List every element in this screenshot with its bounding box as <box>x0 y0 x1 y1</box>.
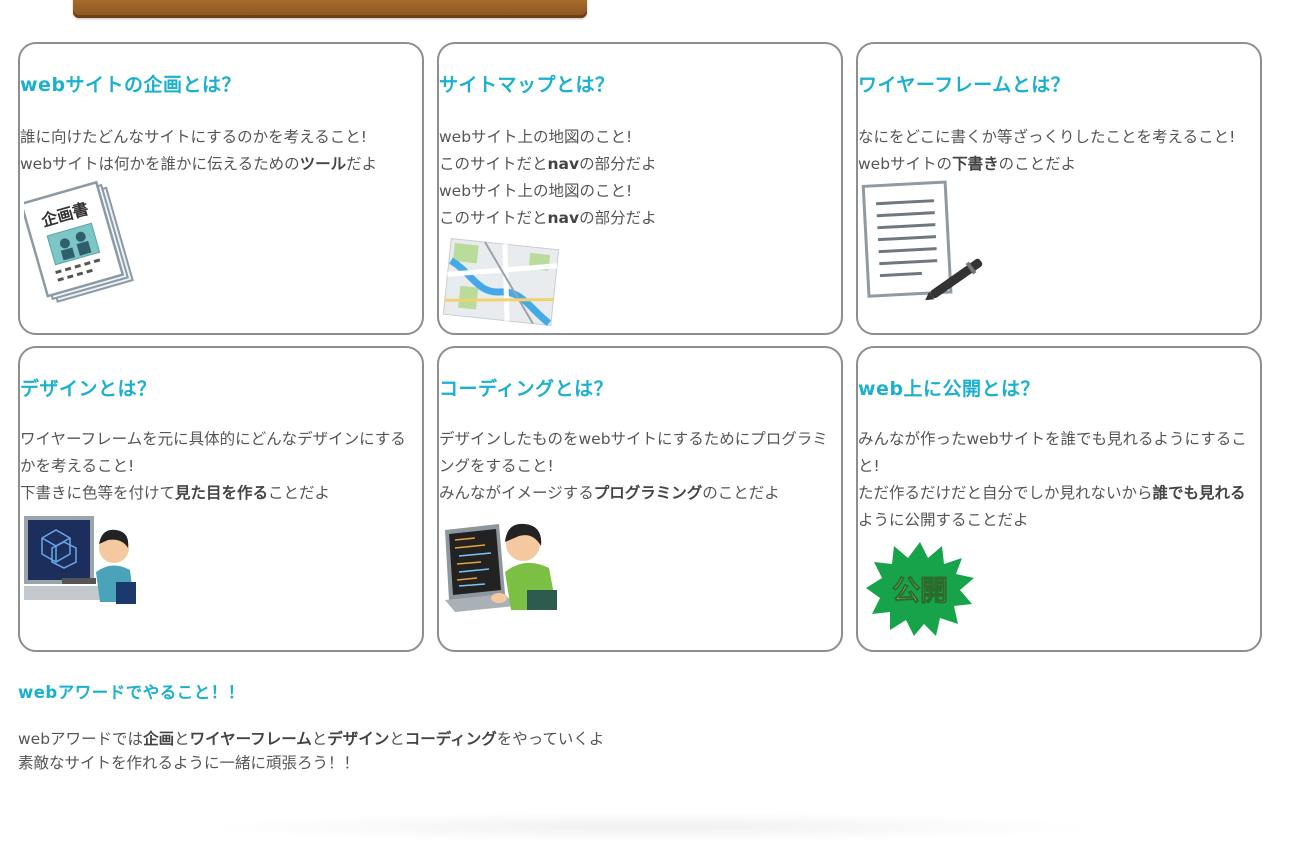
card-text-line: なにをどこに書くか等ざっくりしたことを考えること! <box>858 128 1236 146</box>
card-text-line: みんなが作ったwebサイトを誰でも見れるようにすること! <box>858 430 1247 475</box>
card-title: デザインとは？ <box>20 378 157 400</box>
publish-badge-icon: 公開 <box>866 542 974 636</box>
card-planning: webサイトの企画とは？ 誰に向けたどんなサイトにするのかを考えること! web… <box>18 42 424 335</box>
card-wireframe: ワイヤーフレームとは？ なにをどこに書くか等ざっくりしたことを考えること! we… <box>856 42 1262 335</box>
plan-document-icon: 企画書 <box>24 180 134 303</box>
summary-body: webアワードでは企画とワイヤーフレームとデザインとコーディングをやっていくよ … <box>18 727 604 775</box>
card-body: みんなが作ったwebサイトを誰でも見れるようにすること! ただ作るだけだと自分で… <box>858 426 1256 534</box>
header-wood-board <box>73 0 587 18</box>
card-text-line: webサイトは何かを誰かに伝えるためのツールだよ <box>20 155 378 173</box>
card-text-line: webサイト上の地図のこと! <box>439 128 633 146</box>
card-text-line: ワイヤーフレームを元に具体的にどんなデザインにするかを考えること! <box>20 430 406 475</box>
card-sitemap: サイトマップとは？ webサイト上の地図のこと! このサイトだとnavの部分だよ… <box>437 42 843 335</box>
card-body: デザインしたものをwebサイトにするためにプログラミングをすること! みんながイ… <box>439 426 837 507</box>
card-text-line: 下書きに色等を付けて見た目を作ることだよ <box>20 484 331 502</box>
footer-shadow <box>200 812 1100 842</box>
card-text-line: デザインしたものをwebサイトにするためにプログラミングをすること! <box>439 430 828 475</box>
summary-line: webアワードでは企画とワイヤーフレームとデザインとコーディングをやっていくよ <box>18 730 605 748</box>
summary-line: 素敵なサイトを作れるように一緒に頑張ろう！！ <box>18 754 360 772</box>
card-body: なにをどこに書くか等ざっくりしたことを考えること! webサイトの下書きのことだ… <box>858 124 1256 178</box>
card-coding: コーディングとは？ デザインしたものをwebサイトにするためにプログラミングをす… <box>437 346 843 652</box>
card-text-line: このサイトだとnavの部分だよ <box>439 209 657 227</box>
card-text-line: このサイトだとnavの部分だよ <box>439 155 657 173</box>
map-icon <box>442 238 560 327</box>
card-title: web上に公開とは？ <box>858 378 1041 400</box>
card-body: 誰に向けたどんなサイトにするのかを考えること! webサイトは何かを誰かに伝える… <box>20 124 418 178</box>
summary-title: webアワードでやること！！ <box>18 683 245 702</box>
designer-at-computer-icon <box>24 516 136 604</box>
paper-and-pen-icon <box>861 180 983 300</box>
card-title: webサイトの企画とは？ <box>20 74 242 96</box>
card-publish: web上に公開とは？ みんなが作ったwebサイトを誰でも見れるようにすること! … <box>856 346 1262 652</box>
card-text-line: ただ作るだけだと自分でしか見れないから誰でも見れるように公開することだよ <box>858 484 1246 529</box>
card-text-line: webサイト上の地図のこと! <box>439 182 633 200</box>
programmer-at-laptop-icon <box>445 523 557 612</box>
card-design: デザインとは？ ワイヤーフレームを元に具体的にどんなデザインにするかを考えること… <box>18 346 424 652</box>
card-body: webサイト上の地図のこと! このサイトだとnavの部分だよ webサイト上の地… <box>439 124 837 232</box>
card-text-line: webサイトの下書きのことだよ <box>858 155 1077 173</box>
card-title: サイトマップとは？ <box>439 74 615 96</box>
publish-label: 公開 <box>892 574 948 607</box>
card-text-line: 誰に向けたどんなサイトにするのかを考えること! <box>20 128 367 146</box>
card-body: ワイヤーフレームを元に具体的にどんなデザインにするかを考えること! 下書きに色等… <box>20 426 418 507</box>
card-text-line: みんながイメージするプログラミングのことだよ <box>439 484 780 502</box>
card-title: ワイヤーフレームとは？ <box>858 74 1071 96</box>
card-title: コーディングとは？ <box>439 378 614 400</box>
